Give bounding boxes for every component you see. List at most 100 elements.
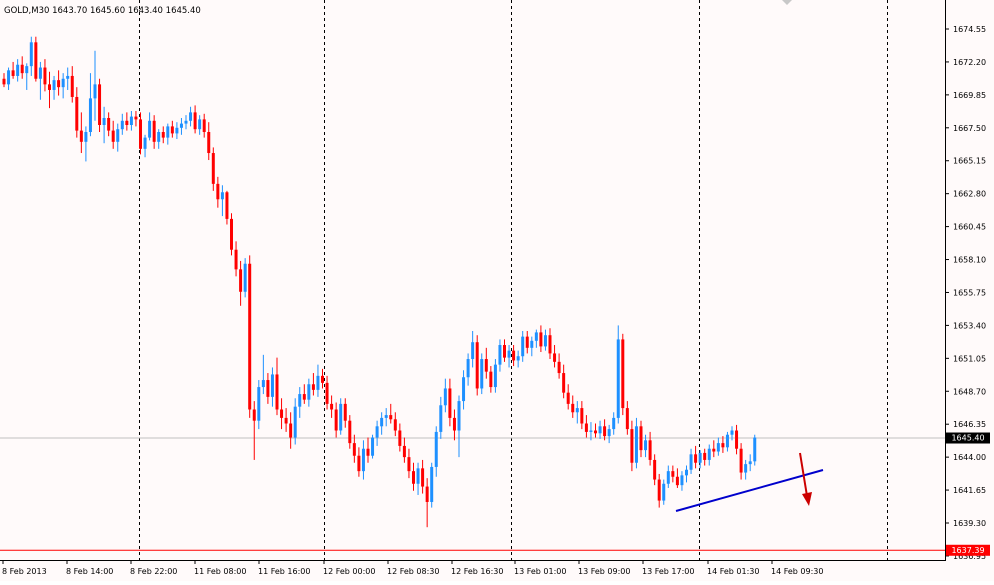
bear-candle <box>207 132 211 154</box>
bull-candle <box>120 120 124 130</box>
bear-candle <box>421 468 425 487</box>
bull-candle <box>707 448 711 460</box>
bear-candle <box>239 269 243 292</box>
bull-candle <box>730 430 734 435</box>
y-tick-label: 1662.80 <box>953 190 986 199</box>
bull-candle <box>380 417 384 427</box>
bull-candle <box>261 380 265 388</box>
current-price-label: 1645.40 <box>946 432 990 444</box>
bear-candle <box>75 96 79 131</box>
bull-candle <box>575 408 579 413</box>
bear-candle <box>603 426 607 437</box>
x-tick-label: 8 Feb 14:00 <box>66 567 113 576</box>
bull-candle <box>25 66 29 74</box>
bull-candle <box>644 440 648 451</box>
bear-candle <box>98 84 102 125</box>
price-chart[interactable]: 1674.55 1672.20 1669.85 1667.50 1665.15 1662.… <box>0 0 994 581</box>
bear-candle <box>571 403 575 413</box>
bear-candle <box>357 455 361 472</box>
bull-candle <box>534 332 538 341</box>
bull-candle <box>689 454 693 470</box>
bear-candle <box>452 417 456 431</box>
bear-candle <box>557 361 561 374</box>
x-tick-label: 8 Feb 22:00 <box>130 567 177 576</box>
bear-candle <box>70 75 74 97</box>
bull-candle <box>166 126 170 138</box>
bull-candle <box>634 426 638 463</box>
bull-candle <box>52 80 56 90</box>
bear-candle <box>111 130 115 142</box>
bear-candle <box>393 419 397 431</box>
bull-candle <box>443 388 447 406</box>
bear-candle <box>275 374 279 410</box>
bull-candle <box>16 64 20 76</box>
bear-candle <box>161 132 165 138</box>
bear-candle <box>448 388 452 418</box>
x-tick-label: 12 Feb 00:00 <box>323 567 375 576</box>
bull-candle <box>371 437 375 456</box>
bull-candle <box>375 426 379 438</box>
bear-candle <box>721 443 725 448</box>
x-tick-label: 11 Feb 16:00 <box>258 567 310 576</box>
bear-candle <box>321 375 324 383</box>
bear-candle <box>284 417 288 424</box>
bull-candle <box>680 475 684 486</box>
x-tick-label: 13 Feb 09:00 <box>578 567 630 576</box>
bear-candle <box>248 263 252 410</box>
bull-candle <box>143 137 147 149</box>
y-tick-label: 1658.10 <box>953 256 986 265</box>
bull-candle <box>88 98 92 133</box>
bear-candle <box>107 117 111 131</box>
bull-candle <box>298 394 302 407</box>
chart-canvas[interactable]: 1674.55 1672.20 1669.85 1667.50 1665.15 1662.… <box>0 0 994 581</box>
bear-candle <box>302 394 306 400</box>
bull-candle <box>543 335 547 347</box>
bear-candle <box>139 119 142 149</box>
bear-candle <box>311 384 315 390</box>
bear-candle <box>657 479 661 501</box>
bull-candle <box>725 434 729 448</box>
bear-candle <box>134 116 138 120</box>
bear-candle <box>366 448 370 456</box>
bull-candle <box>466 359 470 378</box>
y-tick-label: 1660.45 <box>953 223 986 232</box>
bear-candle <box>735 430 739 449</box>
y-tick-label: 1646.35 <box>953 420 986 429</box>
bear-candle <box>548 335 552 354</box>
bull-candle <box>148 120 152 138</box>
bear-candle <box>79 130 83 142</box>
x-tick-label: 12 Feb 08:30 <box>387 567 439 576</box>
bull-candle <box>666 471 670 484</box>
bull-candle <box>307 384 311 400</box>
bull-candle <box>685 469 688 476</box>
y-tick-label: 1644.00 <box>953 453 986 462</box>
bear-candle <box>2 78 6 85</box>
bull-candle <box>84 132 88 142</box>
bull-candle <box>220 192 224 200</box>
bull-candle <box>184 120 188 124</box>
bull-candle <box>493 364 497 388</box>
bull-candle <box>179 123 183 128</box>
bull-candle <box>66 75 70 79</box>
bear-candle <box>57 80 61 88</box>
bull-candle <box>198 119 202 130</box>
bear-candle <box>11 70 15 76</box>
bull-candle <box>516 356 520 361</box>
bull-candle <box>616 339 620 418</box>
y-tick-label: 1641.65 <box>953 486 986 495</box>
bear-candle <box>739 448 743 473</box>
bear-candle <box>653 459 657 480</box>
y-tick-label: 1648.70 <box>953 387 986 396</box>
y-tick-label: 1672.20 <box>953 58 986 67</box>
bear-candle <box>703 452 707 460</box>
bull-candle <box>662 483 666 501</box>
chart-header: GOLD,M30 1643.70 1645.60 1643.40 1645.40 <box>4 6 201 16</box>
bear-candle <box>343 403 347 421</box>
bull-candle <box>270 374 274 397</box>
bear-candle <box>671 471 675 477</box>
bear-candle <box>43 67 47 85</box>
bull-candle <box>498 345 502 365</box>
bear-candle <box>621 339 625 409</box>
y-tick-label: 1669.85 <box>953 91 986 100</box>
bear-candle <box>489 371 493 388</box>
